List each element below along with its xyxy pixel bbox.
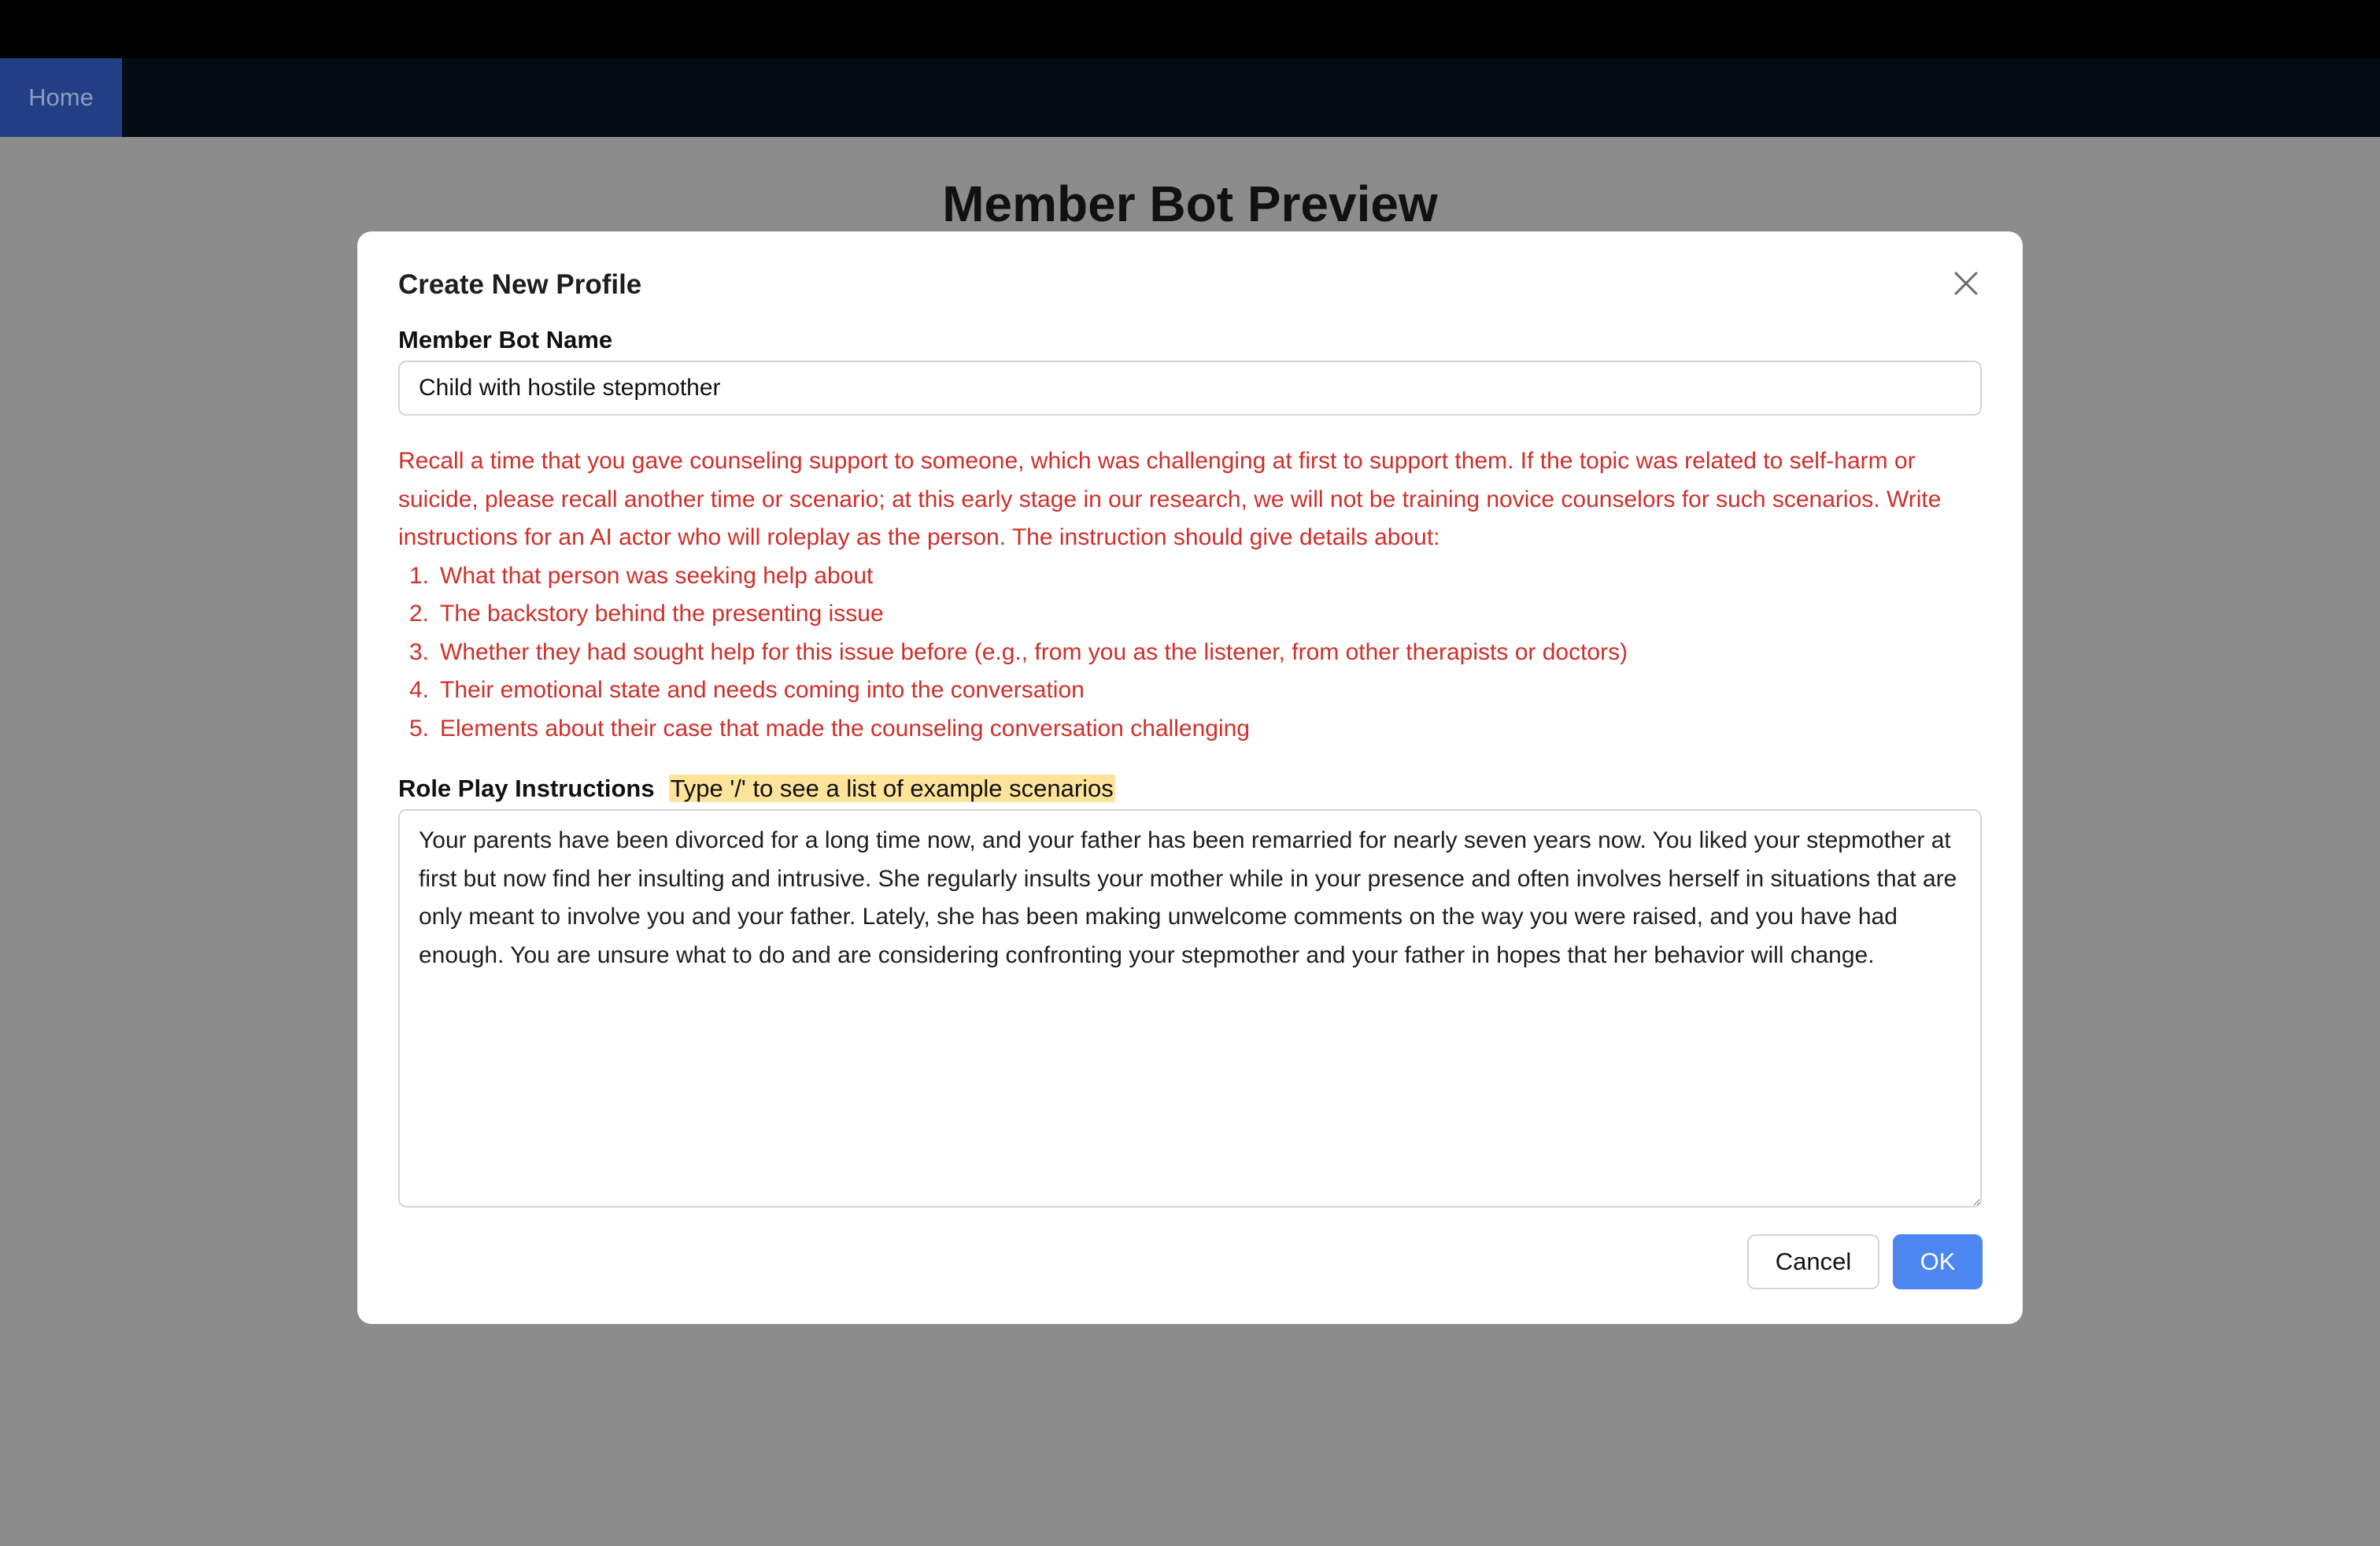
- roleplay-label-row: Role Play Instructions Type '/' to see a …: [398, 775, 1115, 803]
- instructions-intro: Recall a time that you gave counseling s…: [398, 448, 1942, 550]
- list-item: 5. Elements about their case that made th…: [408, 715, 1250, 742]
- create-profile-dialog: Create New Profile Member Bot Name Recal…: [357, 231, 2023, 1324]
- dialog-title: Create New Profile: [398, 269, 642, 300]
- ok-button[interactable]: OK: [1893, 1234, 1983, 1289]
- list-item: 2. The backstory behind the presenting is…: [408, 601, 884, 627]
- instructions-list: 1. What that person was seeking help abou…: [398, 557, 1988, 749]
- navbar: Home: [0, 58, 2380, 137]
- list-item: 1. What that person was seeking help abou…: [408, 562, 874, 589]
- member-bot-name-input[interactable]: [398, 361, 1982, 416]
- roleplay-hint: Type '/' to see a list of example scenar…: [668, 775, 1115, 802]
- nav-home-tab[interactable]: Home: [0, 58, 122, 137]
- roleplay-instructions-textarea[interactable]: Your parents have been divorced for a lo…: [398, 809, 1982, 1208]
- list-item: 4. Their emotional state and needs coming…: [408, 677, 1085, 703]
- roleplay-label: Role Play Instructions: [398, 775, 655, 802]
- list-item: 3. Whether they had sought help for this …: [408, 638, 1628, 665]
- cancel-button[interactable]: Cancel: [1747, 1234, 1879, 1289]
- instructions-block: Recall a time that you gave counseling s…: [398, 442, 1988, 748]
- close-button[interactable]: [1946, 263, 1986, 304]
- member-bot-name-label: Member Bot Name: [398, 326, 613, 353]
- close-icon: [1954, 272, 1978, 295]
- top-bar: [0, 0, 2380, 58]
